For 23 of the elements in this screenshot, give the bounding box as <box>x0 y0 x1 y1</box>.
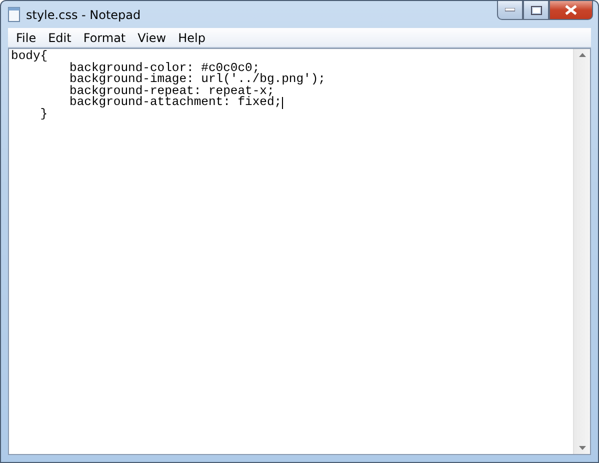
scrollbar[interactable] <box>573 49 590 454</box>
scroll-up-icon[interactable] <box>578 53 586 57</box>
minimize-icon <box>505 8 515 12</box>
menu-item[interactable]: Help <box>172 30 212 44</box>
menu-item[interactable]: File <box>10 30 42 44</box>
menu-item[interactable]: View <box>132 30 172 44</box>
code-line: } <box>39 108 48 121</box>
minimize-button[interactable] <box>497 1 523 20</box>
code-line: background-repeat: repeat-x; <box>68 86 274 98</box>
code-line: background-color: #c0c0c0; <box>68 62 260 74</box>
scroll-down-icon[interactable] <box>578 446 586 450</box>
close-icon <box>565 5 577 15</box>
code-line: background-image: url('../bg.png'); <box>68 74 326 86</box>
document-icon <box>8 7 20 22</box>
menu-item[interactable]: Format <box>77 30 132 44</box>
text-cursor <box>282 97 283 110</box>
maximize-icon <box>530 6 542 14</box>
maximize-button[interactable] <box>523 1 549 20</box>
window-title: style.css - Notepad <box>26 8 141 22</box>
code-line: background-attachment: fixed; <box>68 97 282 109</box>
code-line: body{ <box>11 51 48 63</box>
close-button[interactable] <box>549 1 593 20</box>
menu-item[interactable]: Edit <box>42 30 78 44</box>
